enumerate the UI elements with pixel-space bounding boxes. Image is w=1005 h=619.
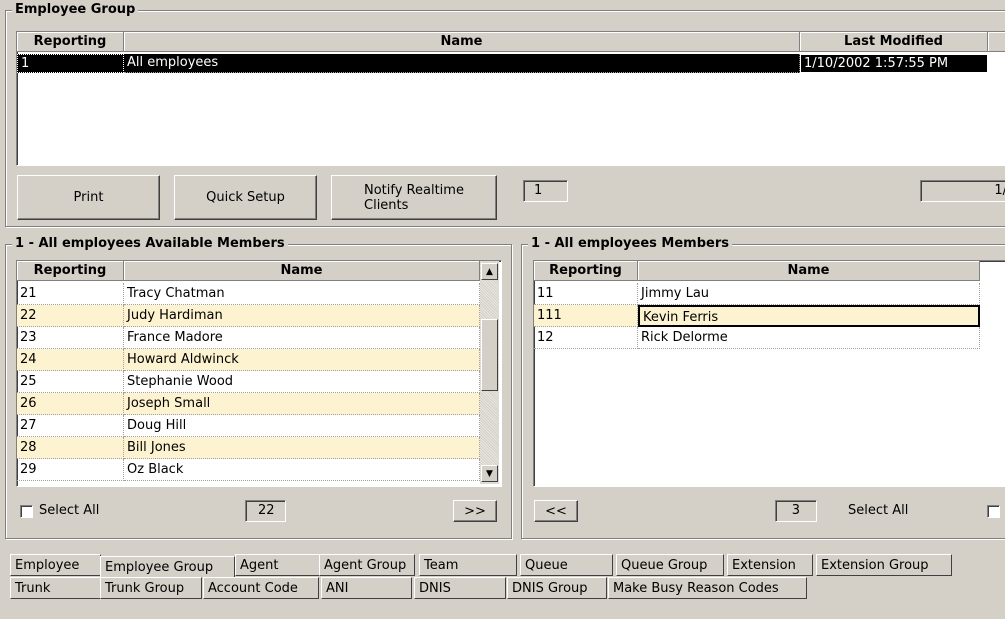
- cell-reporting: 21: [17, 283, 124, 305]
- cell-reporting: 111: [534, 305, 638, 327]
- tab-queue-group[interactable]: Queue Group: [616, 554, 724, 576]
- cell-reporting: 24: [17, 349, 124, 371]
- table-row[interactable]: 25 Stephanie Wood: [17, 371, 480, 393]
- column-header-name[interactable]: Name: [124, 261, 480, 281]
- table-row[interactable]: 27 Doug Hill: [17, 415, 480, 437]
- move-right-button[interactable]: >>: [453, 500, 497, 522]
- group-count-field: 1: [523, 180, 568, 202]
- scroll-down-button[interactable]: ▼: [481, 465, 498, 482]
- cell-name: Tracy Chatman: [124, 283, 480, 305]
- scroll-thumb[interactable]: [481, 319, 498, 391]
- notify-realtime-clients-label: Notify Realtime Clients: [364, 182, 464, 213]
- column-header-filler: [988, 32, 1005, 52]
- cell-name: Oz Black: [124, 459, 480, 481]
- cell-reporting: 23: [17, 327, 124, 349]
- column-header-name[interactable]: Name: [638, 261, 980, 281]
- cell-name: Judy Hardiman: [124, 305, 480, 327]
- scroll-up-button[interactable]: ▲: [481, 263, 498, 280]
- cell-reporting: 1: [17, 54, 124, 73]
- tab-agent[interactable]: Agent: [235, 554, 320, 576]
- table-row[interactable]: 12 Rick Delorme: [534, 327, 980, 349]
- column-header-reporting[interactable]: Reporting: [17, 32, 124, 52]
- members-select-all-label: Select All: [848, 503, 909, 518]
- move-left-button[interactable]: <<: [534, 500, 578, 522]
- table-row[interactable]: 29 Oz Black: [17, 459, 480, 481]
- table-row[interactable]: 22 Judy Hardiman: [17, 305, 480, 327]
- print-button[interactable]: Print: [17, 175, 160, 220]
- table-row[interactable]: 23 France Madore: [17, 327, 480, 349]
- available-count-field: 22: [245, 500, 286, 522]
- cell-name: Howard Aldwinck: [124, 349, 480, 371]
- table-row[interactable]: 111 Kevin Ferris: [534, 305, 980, 327]
- column-header-reporting[interactable]: Reporting: [17, 261, 124, 281]
- members-list[interactable]: Reporting Name 11 Jimmy Lau 111 Kevin Ferr…: [533, 260, 1005, 487]
- table-row[interactable]: 26 Joseph Small: [17, 393, 480, 415]
- cell-name: Joseph Small: [124, 393, 480, 415]
- tab-employee-group[interactable]: Employee Group: [100, 556, 235, 578]
- tab-account-code[interactable]: Account Code: [203, 577, 319, 599]
- tab-trunk-group[interactable]: Trunk Group: [100, 577, 202, 599]
- table-row[interactable]: 24 Howard Aldwinck: [17, 349, 480, 371]
- tab-strip-row2: Trunk Trunk Group Account Code ANI DNIS …: [5, 577, 1005, 601]
- available-select-all-checkbox[interactable]: [20, 505, 33, 518]
- group-position-field: 1/: [920, 180, 1005, 202]
- cell-name: Rick Delorme: [638, 327, 980, 349]
- table-row[interactable]: 11 Jimmy Lau: [534, 283, 980, 305]
- employee-group-list[interactable]: Reporting Name Last Modified 1 All emplo…: [16, 31, 1005, 166]
- cell-reporting: 27: [17, 415, 124, 437]
- available-select-all-label: Select All: [39, 503, 100, 518]
- employee-group-title: Employee Group: [12, 2, 139, 18]
- cell-reporting: 28: [17, 437, 124, 459]
- members-count-field: 3: [775, 500, 817, 522]
- cell-name: Doug Hill: [124, 415, 480, 437]
- tab-strip-row1: Employee Employee Group Agent Agent Grou…: [5, 553, 1005, 578]
- cell-reporting: 12: [534, 327, 638, 349]
- available-members-list[interactable]: Reporting Name 21 Tracy Chatman 22 Judy Ha…: [16, 260, 502, 487]
- tab-make-busy-reason-codes[interactable]: Make Busy Reason Codes: [608, 577, 807, 599]
- tab-agent-group[interactable]: Agent Group: [319, 554, 415, 576]
- quick-setup-button[interactable]: Quick Setup: [174, 175, 317, 220]
- table-row[interactable]: 1 All employees 1/10/2002 1:57:55 PM: [17, 54, 988, 73]
- notify-realtime-clients-button[interactable]: Notify Realtime Clients: [331, 175, 497, 220]
- cell-reporting: 22: [17, 305, 124, 327]
- tab-team[interactable]: Team: [419, 554, 517, 576]
- tab-extension[interactable]: Extension: [727, 554, 813, 576]
- table-row[interactable]: 28 Bill Jones: [17, 437, 480, 459]
- cell-name: France Madore: [124, 327, 480, 349]
- tab-employee[interactable]: Employee: [10, 554, 101, 576]
- cell-reporting: 29: [17, 459, 124, 481]
- table-row[interactable]: 21 Tracy Chatman: [17, 283, 480, 305]
- cell-name: Stephanie Wood: [124, 371, 480, 393]
- cell-name: Jimmy Lau: [638, 283, 980, 305]
- column-header-reporting[interactable]: Reporting: [534, 261, 638, 281]
- members-select-all-checkbox[interactable]: [987, 505, 1000, 518]
- arrow-up-icon: ▲: [486, 266, 493, 277]
- column-header-last-modified[interactable]: Last Modified: [800, 32, 988, 52]
- tab-dnis[interactable]: DNIS: [414, 577, 506, 599]
- cell-name: Kevin Ferris: [638, 305, 980, 327]
- tab-trunk[interactable]: Trunk: [10, 577, 101, 599]
- cell-reporting: 25: [17, 371, 124, 393]
- vertical-scrollbar[interactable]: ▲ ▼: [480, 261, 499, 484]
- tab-queue[interactable]: Queue: [520, 554, 613, 576]
- cell-name: Bill Jones: [124, 437, 480, 459]
- members-title: 1 - All employees Members: [528, 236, 732, 252]
- tab-extension-group[interactable]: Extension Group: [816, 554, 952, 576]
- available-members-title: 1 - All employees Available Members: [12, 236, 288, 252]
- cell-reporting: 11: [534, 283, 638, 305]
- tab-ani[interactable]: ANI: [321, 577, 412, 599]
- tab-dnis-group[interactable]: DNIS Group: [507, 577, 607, 599]
- cell-name: All employees: [124, 54, 800, 73]
- arrow-down-icon: ▼: [486, 468, 493, 479]
- column-header-name[interactable]: Name: [124, 32, 800, 52]
- cell-reporting: 26: [17, 393, 124, 415]
- cell-last-modified: 1/10/2002 1:57:55 PM: [800, 54, 988, 73]
